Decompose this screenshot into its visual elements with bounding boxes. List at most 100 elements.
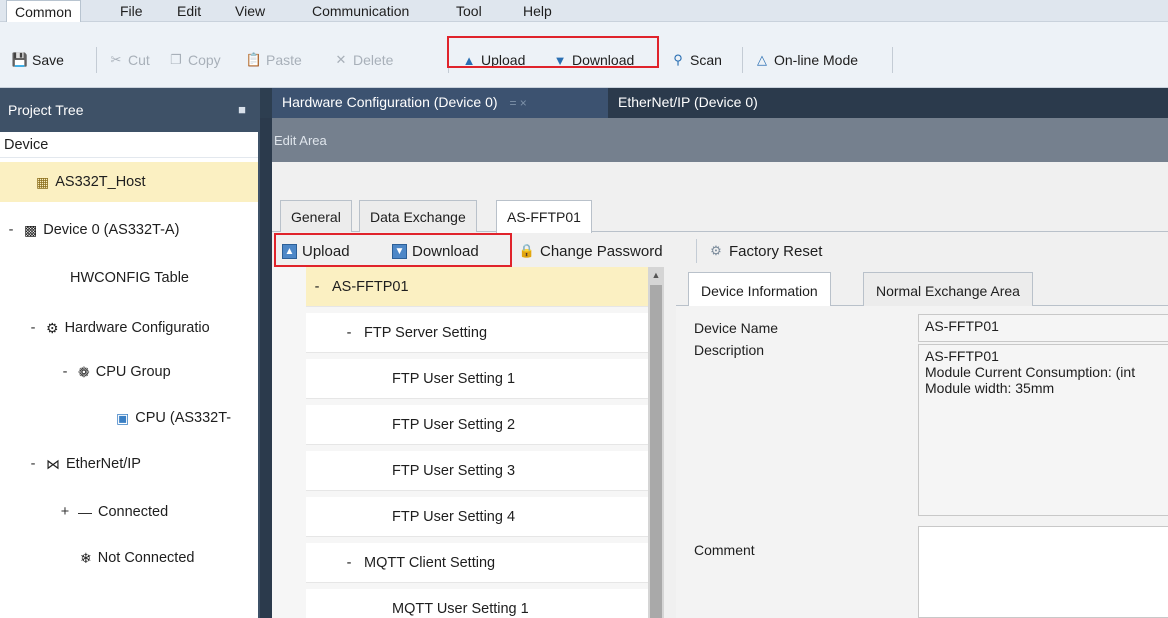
online-mode-icon: △ [757,52,767,67]
menu-tool[interactable]: Tool [456,3,482,19]
description-field[interactable]: AS-FFTP01 Module Current Consumption: (i… [918,344,1168,516]
download-icon: ▼ [553,52,567,68]
upload-icon: ▲ [282,243,297,259]
menu-file[interactable]: File [120,3,143,19]
edit-area: General Data Exchange AS-FFTP01 ▲ Upload… [272,162,1168,618]
collapse-icon[interactable]: - [310,279,324,295]
settings-item-mqtt-client[interactable]: - MQTT Client Setting [306,543,650,583]
menu-help[interactable]: Help [523,3,552,19]
copy-icon: ❐ [170,52,182,67]
toolbar-separator [742,47,743,73]
edit-area-title: Edit Area [274,133,327,148]
collapse-icon[interactable]: - [342,555,356,571]
toolbar-separator [448,47,449,73]
settings-item-ftp-user-2[interactable]: FTP User Setting 2 [306,405,650,445]
paste-icon: 📋 [245,52,263,67]
not-connected-icon: ❄ [80,549,92,566]
tree-item-cpu-group[interactable]: - ❁ CPU Group [0,352,171,392]
tab-data-exchange[interactable]: Data Exchange [359,200,477,232]
toolbar-separator [696,239,697,263]
info-tabs: Device Information Normal Exchange Area [676,268,1168,307]
module-upload-button[interactable]: ▲ Upload [282,240,350,262]
delete-icon: ✕ [335,52,347,67]
collapse-icon[interactable]: - [58,364,72,380]
tab-hardware-configuration[interactable]: Hardware Configuration (Device 0) = × [272,88,608,118]
menu-communication[interactable]: Communication [312,3,409,19]
change-password-button[interactable]: 🔒 Change Password [519,240,663,262]
tree-item-hwconfig-table[interactable]: HWCONFIG Table [0,258,189,298]
tree-item-not-connected[interactable]: ❄ Not Connected [0,538,194,578]
settings-scrollbar[interactable]: ▲ [648,267,664,618]
menu-view[interactable]: View [235,3,265,19]
module-toolbar: ▲ Upload ▼ Download 🔒 Change Password ⚙ … [272,233,1168,267]
project-tree: Device ▦ AS332T_Host - ▩ Device 0 (AS332… [0,132,260,618]
paste-button[interactable]: 📋 Paste [246,47,302,73]
search-icon: ⚲ [673,52,683,67]
tab-device-information[interactable]: Device Information [688,272,831,307]
expand-icon[interactable]: + [58,504,72,520]
edit-area-header: Edit Area [272,118,1168,162]
cut-button[interactable]: ✂ Cut [108,47,150,73]
comment-field[interactable] [918,526,1168,618]
cpu-icon: ▣ [116,409,130,426]
settings-item-ftp-user-1[interactable]: FTP User Setting 1 [306,359,650,399]
tab-close-icon[interactable]: = × [509,96,526,110]
tree-item-device-0[interactable]: - ▩ Device 0 (AS332T-A) [0,210,180,250]
save-icon: 💾 [11,52,29,67]
module-tabs: General Data Exchange AS-FFTP01 [272,200,1168,233]
tree-item-cpu[interactable]: ▣ CPU (AS332T- [0,398,258,438]
settings-item-ftp-user-4[interactable]: FTP User Setting 4 [306,497,650,537]
scroll-up-icon[interactable]: ▲ [650,269,662,281]
save-button[interactable]: 💾 Save [12,47,64,73]
ethernet-ip-icon: ⋈ [46,455,60,472]
document-tabs: Hardware Configuration (Device 0) = × Et… [272,88,1168,118]
project-tree-title: Project Tree [8,102,84,118]
scrollbar-thumb[interactable] [650,285,662,618]
online-mode-button[interactable]: △ On-line Mode [754,47,858,73]
collapse-icon[interactable]: - [342,325,356,341]
device-icon: ▩ [24,221,38,238]
device-name-field[interactable]: AS-FFTP01 [918,314,1168,342]
delete-button[interactable]: ✕ Delete [333,47,394,73]
menu-common[interactable]: Common [6,0,81,23]
settings-tree: - AS-FFTP01 - FTP Server Setting FTP Use… [272,267,664,618]
menu-edit[interactable]: Edit [177,3,201,19]
toolbar: 💾 Save ✂ Cut ❐ Copy 📋 Paste ✕ Delete ▲ U… [0,22,1168,88]
tab-normal-exchange-area[interactable]: Normal Exchange Area [863,272,1033,306]
settings-item-ftp-server[interactable]: - FTP Server Setting [306,313,650,353]
splitter[interactable] [664,267,676,618]
tree-item-host[interactable]: ▦ AS332T_Host [0,162,258,202]
settings-item-ftp-user-3[interactable]: FTP User Setting 3 [306,451,650,491]
host-icon: ▦ [36,173,50,190]
password-icon: 🔒 [518,243,536,258]
tab-general[interactable]: General [280,200,352,232]
scissors-icon: ✂ [110,52,122,67]
module-download-button[interactable]: ▼ Download [392,240,479,262]
tree-item-connected[interactable]: + — Connected [0,492,168,532]
panel-splitter[interactable] [260,118,272,618]
upload-icon: ▲ [462,52,476,68]
copy-button[interactable]: ❐ Copy [168,47,221,73]
collapse-icon[interactable]: - [26,456,40,472]
factory-reset-button[interactable]: ⚙ Factory Reset [708,240,822,262]
device-name-label: Device Name [694,320,779,336]
collapse-icon[interactable]: - [4,222,18,238]
download-button[interactable]: ▼ Download [552,47,635,73]
cpu-group-icon: ❁ [78,363,90,380]
hardware-config-icon: ⚙ [46,319,59,336]
toolbar-separator [892,47,893,73]
device-information-panel: Device Name AS-FFTP01 Description AS-FFT… [676,306,1168,618]
scan-button[interactable]: ⚲ Scan [670,47,722,73]
tree-root-device[interactable]: Device [0,132,258,158]
menu-bar: Common File Edit View Communication Tool… [0,0,1168,23]
settings-item-as-fftp01[interactable]: - AS-FFTP01 [306,267,650,307]
tab-ethernet-ip[interactable]: EtherNet/IP (Device 0) [608,88,768,118]
tab-as-fftp01[interactable]: AS-FFTP01 [496,200,592,233]
tree-item-ethernet-ip[interactable]: - ⋈ EtherNet/IP [0,444,141,484]
upload-button[interactable]: ▲ Upload [461,47,526,73]
collapse-icon[interactable]: - [26,320,40,336]
pin-icon[interactable]: ■ [238,102,246,117]
settings-item-mqtt-user-1[interactable]: MQTT User Setting 1 [306,589,650,618]
tree-item-hardware-configuration[interactable]: - ⚙ Hardware Configuratio [0,308,258,348]
description-label: Description [694,342,765,358]
